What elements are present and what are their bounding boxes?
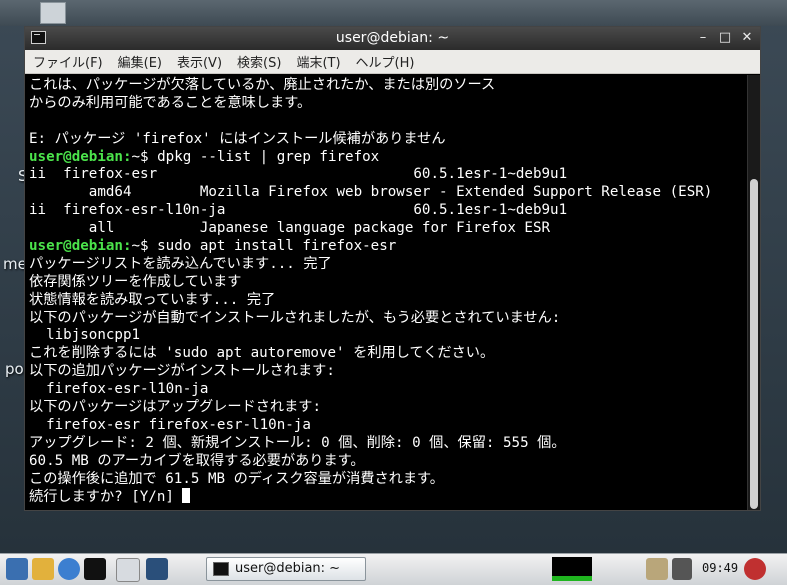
- maximize-button[interactable]: □: [718, 30, 732, 46]
- terminal-line: 以下のパッケージはアップグレードされます:: [29, 399, 747, 417]
- terminal-window: user@debian: ~ – □ ✕ ファイル(F) 編集(E) 表示(V)…: [24, 26, 761, 511]
- terminal-scrollbar[interactable]: [747, 75, 760, 510]
- terminal-text: アップグレード: 2 個、新規インストール: 0 個、削除: 0 個、保留: 5…: [29, 434, 566, 451]
- terminal-line: これは、パッケージが欠落しているか、廃止されたか、または別のソース: [29, 77, 747, 95]
- menu-help[interactable]: ヘルプ(H): [354, 51, 417, 72]
- clock[interactable]: 09:49: [702, 561, 738, 575]
- menu-edit[interactable]: 編集(E): [116, 51, 164, 72]
- terminal-text: 以下のパッケージはアップグレードされます:: [29, 399, 322, 416]
- cpu-monitor: [552, 557, 592, 581]
- web-browser-icon[interactable]: [58, 558, 80, 580]
- terminal-line: user@debian:~$ dpkg --list | grep firefo…: [29, 149, 747, 167]
- terminal-line: アップグレード: 2 個、新規インストール: 0 個、削除: 0 個、保留: 5…: [29, 435, 747, 453]
- terminal-line: 依存関係ツリーを作成しています: [29, 274, 747, 292]
- taskbar: user@debian: ~ 09:49: [0, 553, 787, 585]
- clipboard-icon[interactable]: [646, 558, 668, 580]
- terminal-text: これは、パッケージが欠落しているか、廃止されたか、または別のソース: [29, 77, 496, 93]
- terminal-text: 続行しますか? [Y/n]: [29, 489, 183, 506]
- terminal-line: E: パッケージ 'firefox' にはインストール候補がありません: [29, 131, 747, 149]
- panel-widget[interactable]: [40, 2, 66, 24]
- file-manager-icon[interactable]: [32, 558, 54, 580]
- desktop-label-3: po: [5, 360, 24, 378]
- top-panel: [0, 0, 787, 26]
- menu-search[interactable]: 検索(S): [235, 51, 283, 72]
- close-button[interactable]: ✕: [740, 30, 754, 46]
- terminal-text: libjsoncpp1: [29, 327, 141, 344]
- terminal-line: 状態情報を読み取っています... 完了: [29, 292, 747, 310]
- terminal-text: 依存関係ツリーを作成しています: [29, 273, 242, 290]
- terminal-text: firefox-esr-l10n-ja: [29, 381, 209, 398]
- terminal-text: この操作後に追加で 61.5 MB のディスク容量が消費されます。: [29, 470, 444, 487]
- terminal-line: all Japanese language package for Firefo…: [29, 220, 747, 238]
- taskbar-terminal-task[interactable]: user@debian: ~: [206, 557, 366, 581]
- terminal-line: libjsoncpp1: [29, 327, 747, 345]
- terminal-text: E: パッケージ 'firefox' にはインストール候補がありません: [29, 130, 446, 147]
- terminal-text: ~$ dpkg --list | grep firefox: [131, 148, 380, 165]
- terminal-line: 以下のパッケージが自動でインストールされましたが、もう必要とされていません:: [29, 310, 747, 328]
- terminal-icon: [213, 562, 229, 576]
- menu-bar: ファイル(F) 編集(E) 表示(V) 検索(S) 端末(T) ヘルプ(H): [25, 50, 760, 74]
- terminal-line: ii firefox-esr-l10n-ja 60.5.1esr-1~deb9u…: [29, 202, 747, 220]
- terminal-text: 以下のパッケージが自動でインストールされましたが、もう必要とされていません:: [29, 309, 561, 326]
- network-icon[interactable]: [672, 558, 692, 580]
- terminal-line: user@debian:~$ sudo apt install firefox-…: [29, 238, 747, 256]
- terminal-line: 続行しますか? [Y/n]: [29, 488, 747, 506]
- terminal-text: firefox-esr firefox-esr-l10n-ja: [29, 416, 311, 433]
- terminal-launcher-icon[interactable]: [84, 558, 106, 580]
- terminal-text: 状態情報を読み取っています... 完了: [29, 291, 276, 308]
- terminal-line: amd64 Mozilla Firefox web browser - Exte…: [29, 184, 747, 202]
- window-list-icon[interactable]: [116, 558, 140, 582]
- terminal-text: 以下の追加パッケージがインストールされます:: [29, 363, 335, 380]
- terminal-line: 以下の追加パッケージがインストールされます:: [29, 363, 747, 381]
- terminal-line: からのみ利用可能であることを意味します。: [29, 95, 747, 113]
- shell-prompt: user@debian:: [29, 238, 132, 255]
- terminal-text: amd64 Mozilla Firefox web browser - Exte…: [29, 184, 713, 201]
- terminal-line: firefox-esr firefox-esr-l10n-ja: [29, 417, 747, 435]
- desktop-switch-icon[interactable]: [146, 558, 168, 580]
- shell-prompt: user@debian:: [29, 148, 132, 165]
- terminal-text: からのみ利用可能であることを意味します。: [29, 94, 312, 111]
- terminal-output[interactable]: これは、パッケージが欠落しているか、廃止されたか、または別のソース からのみ利用可…: [25, 75, 747, 510]
- terminal-line: この操作後に追加で 61.5 MB のディスク容量が消費されます。: [29, 471, 747, 489]
- text-cursor: [182, 488, 191, 504]
- terminal-text: 60.5 MB のアーカイブを取得する必要があります。: [29, 452, 365, 469]
- terminal-line: firefox-esr-l10n-ja: [29, 381, 747, 399]
- terminal-text: これを削除するには 'sudo apt autoremove' を利用してくださ…: [29, 345, 495, 362]
- start-menu-icon[interactable]: [6, 558, 28, 580]
- task-label: user@debian: ~: [235, 561, 341, 576]
- menu-terminal[interactable]: 端末(T): [294, 51, 342, 72]
- terminal-text: ~$ sudo apt install firefox-esr: [131, 238, 397, 255]
- terminal-line: パッケージリストを読み込んでいます... 完了: [29, 256, 747, 274]
- terminal-text: all Japanese language package for Firefo…: [29, 220, 551, 237]
- menu-view[interactable]: 表示(V): [175, 51, 224, 72]
- terminal-text: ii firefox-esr 60.5.1esr-1~deb9u1: [29, 166, 568, 183]
- minimize-button[interactable]: –: [696, 30, 710, 46]
- scrollbar-thumb[interactable]: [750, 179, 758, 509]
- title-bar[interactable]: user@debian: ~ – □ ✕: [25, 27, 760, 50]
- terminal-text: パッケージリストを読み込んでいます... 完了: [29, 255, 332, 272]
- terminal-line: これを削除するには 'sudo apt autoremove' を利用してくださ…: [29, 345, 747, 363]
- terminal-line: 60.5 MB のアーカイブを取得する必要があります。: [29, 453, 747, 471]
- power-icon[interactable]: [744, 558, 766, 580]
- terminal-line: ii firefox-esr 60.5.1esr-1~deb9u1: [29, 166, 747, 184]
- terminal-text: ii firefox-esr-l10n-ja 60.5.1esr-1~deb9u…: [29, 202, 568, 219]
- window-title: user@debian: ~: [335, 30, 450, 46]
- menu-file[interactable]: ファイル(F): [31, 51, 105, 72]
